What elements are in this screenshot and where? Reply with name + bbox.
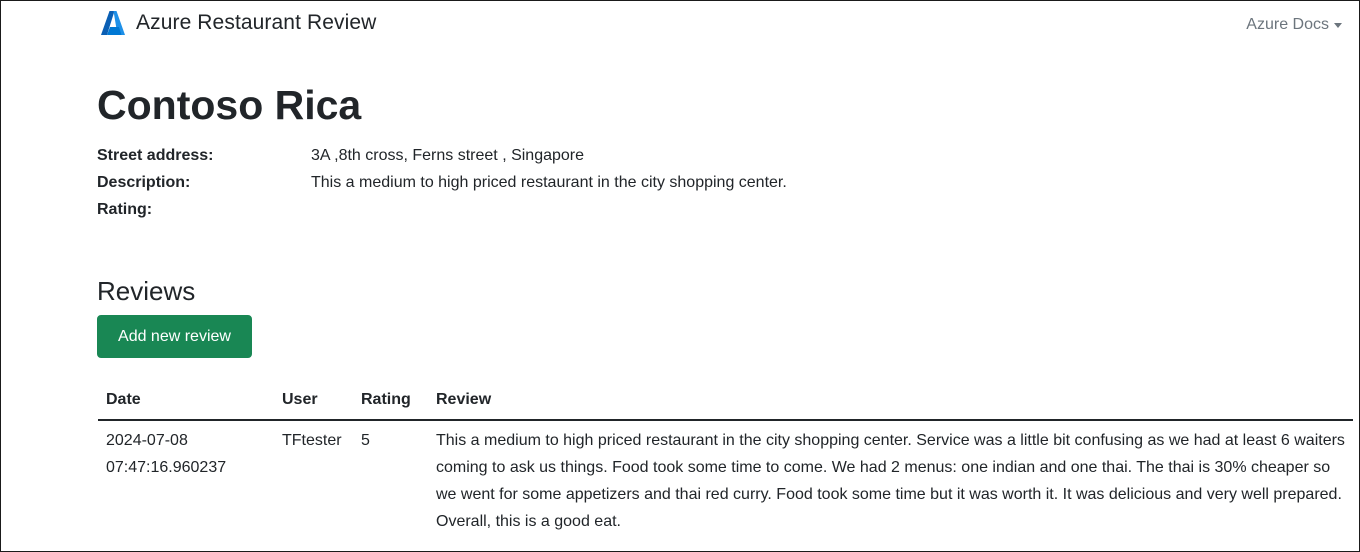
caret-down-icon <box>1334 22 1342 28</box>
detail-row-description: Description: This a medium to high price… <box>97 169 787 196</box>
description-value: This a medium to high priced restaurant … <box>311 174 787 191</box>
brand-name: Azure Restaurant Review <box>136 11 377 34</box>
table-header-row: Date User Rating Review <box>98 381 1353 421</box>
table-row: 2024-07-08 07:47:16.960237 TFtester 5 Th… <box>98 420 1353 535</box>
column-header-user: User <box>274 381 353 421</box>
azure-docs-dropdown[interactable]: Azure Docs <box>1246 16 1342 34</box>
street-address-value: 3A ,8th cross, Ferns street , Singapore <box>311 147 585 164</box>
column-header-review: Review <box>428 381 1353 421</box>
rating-label: Rating: <box>97 201 153 218</box>
reviews-table: Date User Rating Review 2024-07-08 07:47… <box>98 381 1353 535</box>
azure-logo-icon <box>100 10 126 36</box>
reviews-heading: Reviews <box>97 276 196 306</box>
review-date: 2024-07-08 07:47:16.960237 <box>106 432 227 476</box>
restaurant-details: Street address: 3A ,8th cross, Ferns str… <box>97 142 787 223</box>
column-header-rating: Rating <box>353 381 428 421</box>
street-address-label: Street address: <box>97 147 214 164</box>
brand-link[interactable]: Azure Restaurant Review <box>100 10 376 36</box>
azure-docs-label: Azure Docs <box>1246 16 1329 33</box>
review-rating: 5 <box>361 432 370 449</box>
review-user: TFtester <box>282 432 342 449</box>
review-text: This a medium to high priced restaurant … <box>436 432 1345 530</box>
add-new-review-button[interactable]: Add new review <box>97 315 252 358</box>
column-header-date: Date <box>98 381 274 421</box>
detail-row-rating: Rating: <box>97 196 787 223</box>
description-label: Description: <box>97 174 191 191</box>
page-title: Contoso Rica <box>97 82 362 128</box>
top-navbar: Azure Restaurant Review Azure Docs <box>1 1 1359 53</box>
detail-row-street-address: Street address: 3A ,8th cross, Ferns str… <box>97 142 787 169</box>
